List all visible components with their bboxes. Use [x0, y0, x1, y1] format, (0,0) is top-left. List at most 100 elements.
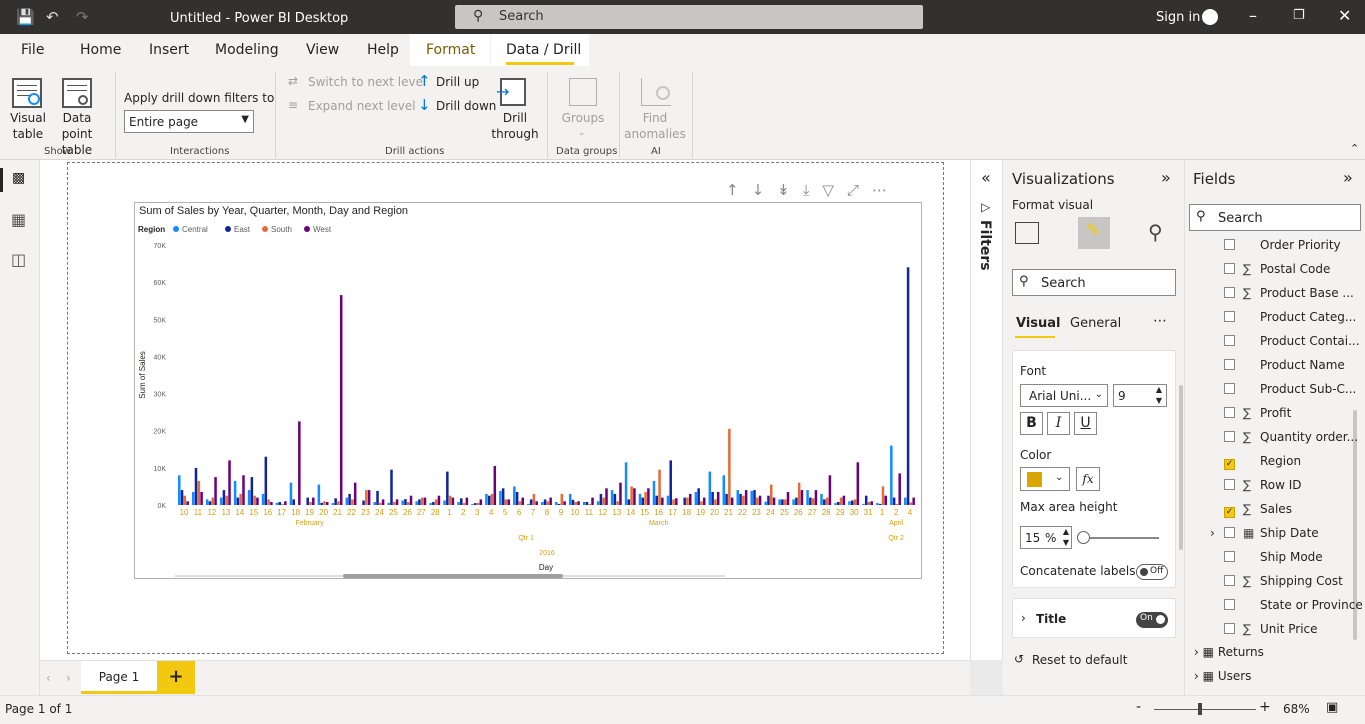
build-visual-icon[interactable] [1015, 222, 1039, 244]
bar[interactable] [197, 480, 201, 505]
bar[interactable] [326, 502, 329, 505]
restore-icon[interactable]: ❐ [1293, 8, 1305, 23]
bar[interactable] [415, 501, 418, 505]
bar[interactable] [239, 493, 242, 505]
field-checkbox[interactable]: ✓ [1224, 507, 1235, 518]
field-checkbox[interactable] [1224, 239, 1235, 250]
bar[interactable] [736, 490, 739, 505]
tab-file[interactable]: File [21, 42, 44, 58]
bar[interactable] [610, 490, 614, 505]
format-visual-tab[interactable]: ✎ [1078, 217, 1110, 249]
bar[interactable] [499, 490, 502, 505]
bar[interactable] [317, 484, 321, 505]
field-item[interactable]: State or Province [1224, 596, 1363, 614]
tab-visual[interactable]: Visual [1016, 316, 1061, 331]
field-checkbox[interactable] [1224, 599, 1235, 610]
bar[interactable] [814, 490, 818, 505]
bar[interactable] [379, 502, 382, 505]
bar[interactable] [577, 501, 580, 505]
field-item[interactable]: ✓ ∑ Sales [1224, 500, 1292, 518]
underline-button[interactable]: U [1074, 412, 1097, 435]
bar[interactable] [256, 497, 259, 505]
scrollbar-thumb[interactable] [343, 574, 563, 578]
bar[interactable] [381, 499, 385, 505]
bar[interactable] [532, 493, 536, 505]
page-tab-1[interactable]: Page 1 [81, 661, 157, 694]
bar[interactable] [323, 501, 326, 505]
bar[interactable] [571, 499, 575, 505]
bar[interactable] [261, 493, 265, 505]
sign-in-link[interactable]: Sign in [1156, 10, 1200, 25]
bar[interactable] [337, 501, 340, 505]
bar[interactable] [527, 503, 530, 505]
bar[interactable] [270, 502, 273, 505]
bold-button[interactable]: B [1020, 412, 1043, 435]
add-page-button[interactable]: + [157, 661, 195, 694]
bar[interactable] [714, 499, 717, 505]
bar[interactable] [409, 495, 413, 505]
bar[interactable] [898, 473, 901, 505]
bar[interactable] [387, 502, 390, 505]
bar[interactable] [487, 495, 491, 505]
bar[interactable] [828, 475, 832, 505]
zoom-slider-track[interactable] [1154, 709, 1256, 710]
save-icon[interactable]: 💾 [16, 8, 35, 26]
prev-page-icon[interactable]: ‹ [46, 671, 51, 685]
bar[interactable] [281, 503, 284, 505]
bar[interactable] [437, 495, 441, 505]
bar[interactable] [446, 471, 449, 505]
field-item[interactable]: ∑ Product Base ... [1224, 284, 1354, 302]
bar[interactable] [443, 500, 446, 506]
bar[interactable] [675, 498, 678, 505]
italic-button[interactable]: I [1047, 412, 1070, 435]
analytics-icon[interactable]: ⚲ [1148, 220, 1163, 244]
bar[interactable] [568, 493, 572, 505]
bar[interactable] [574, 502, 578, 505]
field-item[interactable]: Product Sub-C... [1224, 380, 1356, 398]
bar[interactable] [767, 495, 770, 505]
field-checkbox[interactable] [1224, 287, 1235, 298]
bar[interactable] [689, 493, 692, 505]
find-anomalies-button[interactable]: Find anomalies [624, 110, 686, 142]
more-options-icon[interactable]: ⋯ [872, 181, 900, 199]
bar[interactable] [334, 498, 337, 505]
bar[interactable] [275, 502, 279, 505]
switch-next-level-button[interactable]: Switch to next level [308, 75, 426, 89]
bar[interactable] [895, 503, 899, 505]
bar[interactable] [406, 502, 410, 505]
bar[interactable] [856, 462, 860, 505]
bar[interactable] [214, 477, 217, 505]
bar[interactable] [563, 501, 566, 505]
bar[interactable] [376, 490, 379, 505]
bar[interactable] [222, 490, 226, 505]
bar[interactable] [800, 490, 804, 505]
bar[interactable] [479, 499, 483, 505]
bar[interactable] [904, 497, 907, 505]
field-checkbox[interactable] [1224, 383, 1235, 394]
bar[interactable] [722, 475, 726, 505]
chevron-right-icon[interactable]: › [1194, 669, 1199, 683]
bar[interactable] [616, 501, 619, 505]
field-item[interactable]: ∑ Quantity order... [1224, 428, 1358, 446]
bar[interactable] [753, 490, 756, 505]
bar[interactable] [554, 502, 558, 505]
data-view-icon[interactable]: ▦ [11, 210, 26, 229]
data-point-table-icon[interactable] [62, 78, 92, 108]
font-family-dropdown[interactable]: Arial Uni... ⌄ [1020, 384, 1108, 407]
bar[interactable] [700, 501, 703, 505]
bar[interactable] [591, 497, 594, 505]
next-page-icon[interactable]: › [66, 671, 71, 685]
bar[interactable] [278, 502, 282, 505]
bar[interactable] [876, 503, 879, 505]
field-checkbox[interactable] [1224, 623, 1235, 634]
drill-down-icon[interactable]: ↓ [752, 181, 778, 199]
avatar[interactable] [1202, 9, 1218, 25]
bar[interactable] [605, 488, 608, 505]
field-item[interactable]: ✓ Region [1224, 452, 1301, 470]
bar[interactable] [870, 501, 874, 505]
minimize-icon[interactable]: – [1249, 6, 1257, 25]
bar[interactable] [588, 503, 591, 505]
bar[interactable] [292, 499, 295, 505]
bar[interactable] [178, 475, 181, 505]
bar[interactable] [750, 490, 753, 505]
